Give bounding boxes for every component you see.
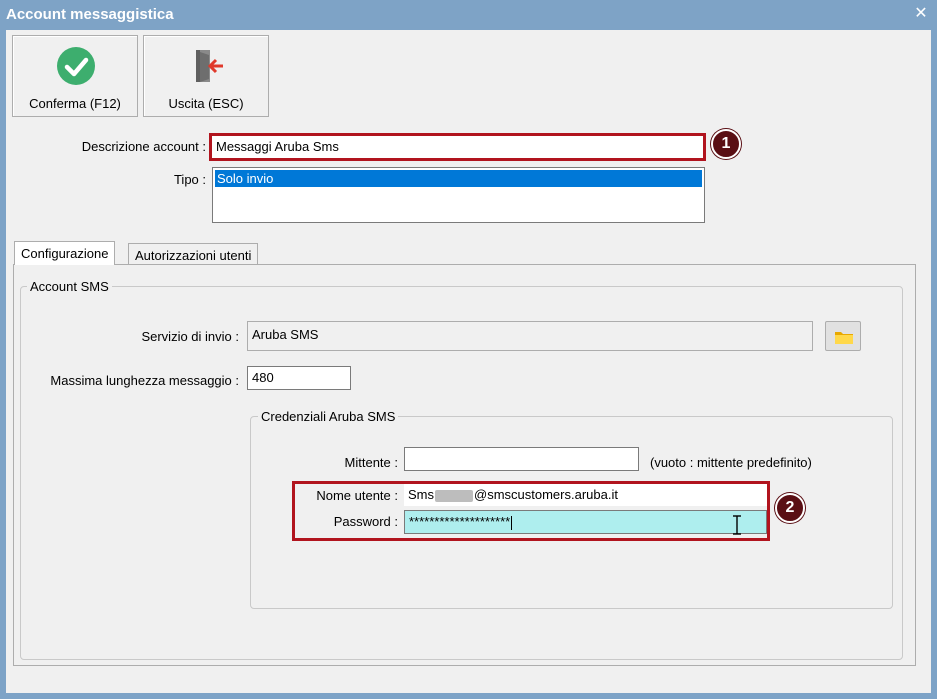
annotation-badge-1: 1 bbox=[711, 129, 741, 159]
sender-hint: (vuoto : mittente predefinito) bbox=[650, 455, 812, 470]
tab-autorizzazioni-utenti[interactable]: Autorizzazioni utenti bbox=[128, 243, 259, 265]
dialog-client-area: Conferma (F12) Uscita (ESC) Descrizione … bbox=[6, 30, 931, 693]
account-sms-group-title: Account SMS bbox=[27, 279, 112, 294]
username-suffix: @smscustomers.aruba.it bbox=[474, 487, 618, 502]
password-input[interactable]: ******************** bbox=[404, 510, 767, 534]
redacted-text bbox=[435, 489, 473, 502]
service-field: Aruba SMS bbox=[247, 321, 813, 351]
max-length-label: Massima lunghezza messaggio : bbox=[50, 373, 239, 388]
type-label: Tipo : bbox=[173, 172, 206, 187]
tab-configurazione[interactable]: Configurazione bbox=[14, 241, 116, 265]
text-caret bbox=[511, 515, 513, 530]
dialog-window: Account messaggistica ✕ Conferma (F12) U… bbox=[0, 0, 937, 699]
type-option-solo-invio[interactable]: Solo invio bbox=[215, 170, 702, 187]
max-length-input[interactable]: 480 bbox=[247, 366, 351, 390]
exit-button-label: Uscita (ESC) bbox=[168, 96, 244, 111]
exit-door-icon bbox=[196, 50, 223, 82]
text-cursor-icon bbox=[733, 515, 741, 535]
sender-label: Mittente : bbox=[344, 455, 398, 470]
folder-icon bbox=[835, 332, 853, 344]
username-input[interactable]: Sms @smscustomers.aruba.it bbox=[404, 484, 767, 506]
browse-service-button[interactable] bbox=[825, 321, 861, 351]
annotation-badge-2: 2 bbox=[775, 493, 805, 523]
account-description-input[interactable]: Messaggi Aruba Sms bbox=[212, 136, 703, 158]
password-value: ******************** bbox=[409, 514, 511, 529]
sender-input[interactable] bbox=[404, 447, 639, 471]
password-label: Password : bbox=[333, 514, 398, 529]
window-title: Account messaggistica bbox=[6, 6, 174, 23]
confirm-button[interactable]: Conferma (F12) bbox=[12, 35, 138, 117]
title-bar[interactable]: Account messaggistica ✕ bbox=[0, 0, 937, 30]
username-prefix: Sms bbox=[408, 487, 434, 502]
check-circle-icon bbox=[57, 47, 95, 85]
close-icon[interactable]: ✕ bbox=[913, 6, 929, 22]
username-label: Nome utente : bbox=[316, 488, 398, 503]
type-listbox[interactable]: Solo invio bbox=[212, 167, 705, 223]
configuration-tab-panel: Account SMS Servizio di invio : Aruba SM… bbox=[13, 264, 916, 666]
account-description-label: Descrizione account : bbox=[81, 139, 206, 154]
service-label: Servizio di invio : bbox=[141, 329, 239, 344]
credentials-group-title: Credenziali Aruba SMS bbox=[258, 409, 399, 424]
exit-button[interactable]: Uscita (ESC) bbox=[143, 35, 269, 117]
confirm-button-label: Conferma (F12) bbox=[29, 96, 121, 111]
